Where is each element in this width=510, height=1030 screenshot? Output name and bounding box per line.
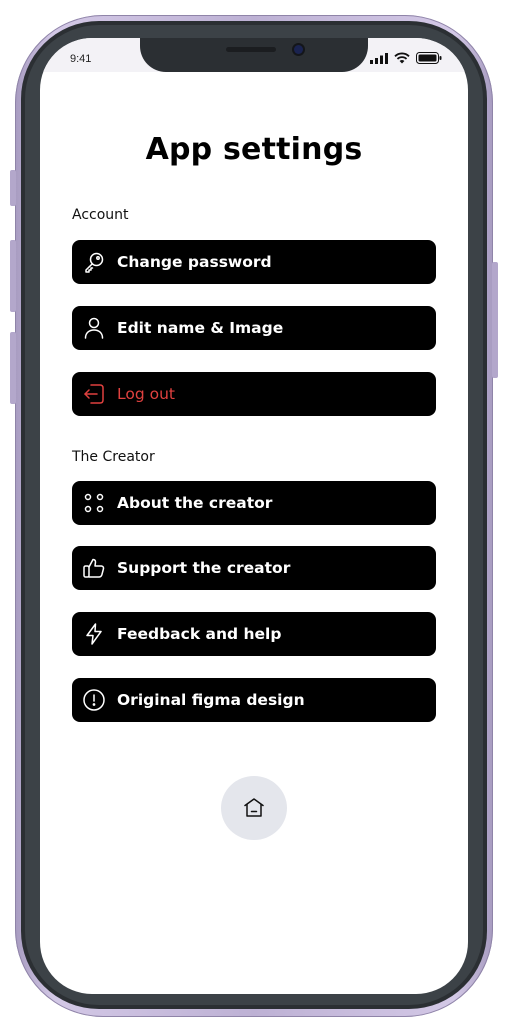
menu-item-label: Log out [117, 385, 175, 403]
user-icon [82, 316, 106, 340]
original-figma-design-button[interactable]: Original figma design [72, 678, 436, 722]
home-button[interactable] [221, 776, 287, 840]
battery-icon [416, 52, 442, 64]
page-title: App settings [145, 132, 363, 167]
menu-item-label: About the creator [117, 494, 273, 512]
feedback-and-help-button[interactable]: Feedback and help [72, 612, 436, 656]
status-time: 9:41 [70, 53, 92, 65]
dots-grid-icon [82, 491, 106, 515]
mute-switch [10, 170, 16, 206]
edit-name-image-button[interactable]: Edit name & Image [72, 306, 436, 350]
menu-item-label: Edit name & Image [117, 319, 284, 337]
power-button [492, 262, 498, 378]
key-icon [82, 250, 106, 274]
status-icons [370, 52, 442, 64]
menu-item-label: Feedback and help [117, 625, 282, 643]
notch [140, 38, 368, 72]
home-icon [244, 798, 264, 817]
menu-item-label: Change password [117, 253, 272, 271]
about-the-creator-button[interactable]: About the creator [72, 481, 436, 525]
section-label-the-creator: The Creator [72, 449, 155, 465]
logout-icon [82, 382, 106, 406]
support-the-creator-button[interactable]: Support the creator [72, 546, 436, 590]
thumbs-up-icon [82, 556, 106, 580]
menu-item-label: Original figma design [117, 691, 305, 709]
wifi-icon [394, 52, 410, 64]
info-circle-icon [82, 688, 106, 712]
volume-down-button [10, 332, 16, 404]
signal-icon [370, 52, 388, 64]
speaker [226, 47, 276, 52]
menu-item-label: Support the creator [117, 559, 291, 577]
camera [294, 45, 303, 54]
log-out-button[interactable]: Log out [72, 372, 436, 416]
lightning-icon [82, 622, 106, 646]
section-label-account: Account [72, 207, 129, 223]
screen: 9:41 App settings Account Change passwor… [40, 38, 468, 994]
volume-up-button [10, 240, 16, 312]
change-password-button[interactable]: Change password [72, 240, 436, 284]
